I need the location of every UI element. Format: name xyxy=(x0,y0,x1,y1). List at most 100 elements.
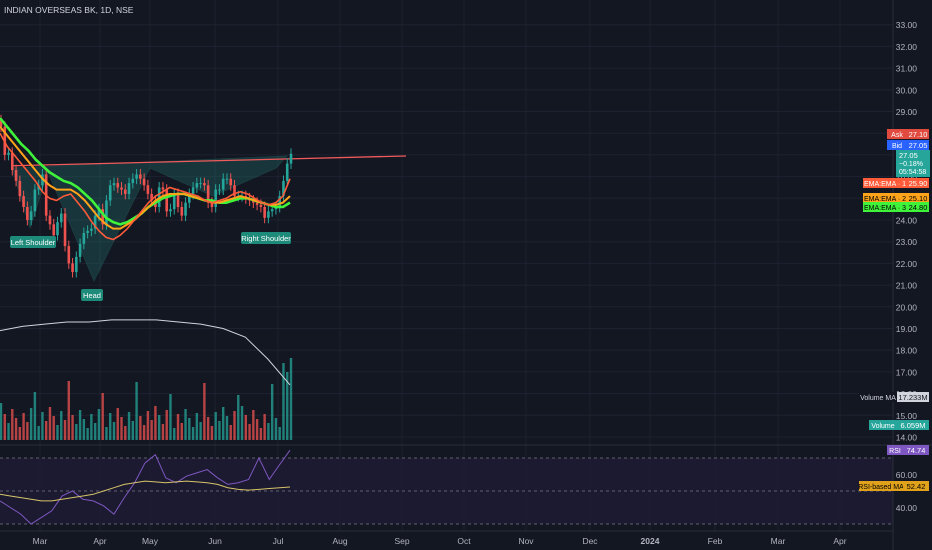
candle-body xyxy=(267,211,270,218)
volume-bar xyxy=(41,412,44,440)
ema1-badge-label: EMA:EMA · 1 xyxy=(864,181,906,188)
time-axis-label: Apr xyxy=(93,536,106,546)
volume-bar xyxy=(188,418,191,440)
candle-body xyxy=(108,185,112,201)
volume-bar xyxy=(33,392,37,440)
candle-body xyxy=(22,196,25,207)
candle-body xyxy=(184,202,187,216)
volume-bar xyxy=(135,382,138,440)
volume-bar xyxy=(222,407,225,440)
volume-bar xyxy=(270,384,274,440)
volume-bar xyxy=(184,409,187,440)
volume-bar xyxy=(210,426,214,440)
volume-bar xyxy=(90,414,93,440)
ema3-badge-label: EMA:EMA · 3 xyxy=(864,205,906,212)
ask-badge-value: 27.10 xyxy=(909,130,928,139)
time-axis-label: Feb xyxy=(708,536,723,546)
candle-body xyxy=(270,209,274,212)
candle-body xyxy=(165,189,169,212)
time-axis-label: Aug xyxy=(332,536,347,546)
volume-bar xyxy=(142,425,146,440)
price-tick-label: 24.00 xyxy=(896,216,918,226)
candle-body xyxy=(191,187,195,194)
volume-ma-badge-value: 17.233M xyxy=(898,393,927,402)
candle-body xyxy=(139,174,142,179)
volume-bar xyxy=(180,423,183,440)
last-change: −0.18% xyxy=(899,161,923,168)
candle-body xyxy=(214,189,217,207)
price-tick-label: 29.00 xyxy=(896,107,918,117)
volume-bar xyxy=(82,419,86,440)
candle-body xyxy=(259,204,263,207)
volume-bar xyxy=(105,427,108,440)
candle-body xyxy=(75,256,78,273)
time-axis-label: Oct xyxy=(457,536,471,546)
volume-bar xyxy=(150,420,153,440)
volume-bar xyxy=(206,417,210,440)
price-tick-label: 22.00 xyxy=(896,259,918,269)
candle-body xyxy=(131,178,135,184)
candle-body xyxy=(67,246,71,264)
rsi-ma-badge-label: RSI-based MA xyxy=(858,484,904,491)
volume-bar xyxy=(52,416,55,440)
volume-bar xyxy=(214,412,217,440)
volume-badge-value: 6.059M xyxy=(900,421,925,430)
candle-body xyxy=(203,183,206,186)
candle-body xyxy=(90,228,93,231)
chart-canvas[interactable]: 33.0032.0031.0030.0029.0028.0027.0026.00… xyxy=(0,0,932,550)
price-tick-label: 14.00 xyxy=(896,433,918,443)
candle-body xyxy=(86,230,89,234)
volume-bar xyxy=(120,417,123,440)
volume-bar xyxy=(131,421,135,440)
candle-body xyxy=(195,183,199,188)
time-axis-label: 2024 xyxy=(641,536,660,546)
candle-body xyxy=(169,209,172,212)
candle-body xyxy=(123,189,127,194)
volume-bar xyxy=(97,409,101,440)
time-axis-label: May xyxy=(142,536,159,546)
volume-bar xyxy=(48,407,52,440)
volume-bar xyxy=(195,413,199,440)
candle-body xyxy=(14,170,18,181)
volume-bar xyxy=(101,393,104,440)
candle-body xyxy=(18,180,22,197)
candle-body xyxy=(63,213,67,247)
candle-body xyxy=(33,189,37,212)
candle-body xyxy=(127,183,131,194)
volume-bar xyxy=(127,412,131,440)
volume-bar xyxy=(218,421,221,440)
volume-bar xyxy=(244,415,248,440)
price-tick-label: 32.00 xyxy=(896,42,918,52)
candle-body xyxy=(10,152,14,171)
volume-bar xyxy=(252,410,255,440)
volume-bar xyxy=(0,403,3,440)
volume-bar xyxy=(282,363,285,440)
head-label: Head xyxy=(83,291,101,300)
volume-bar xyxy=(203,383,206,440)
volume-bar xyxy=(18,427,22,440)
right-shoulder-label: Right Shoulder xyxy=(241,234,291,243)
time-axis-label: Mar xyxy=(33,536,48,546)
volume-bar xyxy=(29,408,33,440)
candle-body xyxy=(180,206,184,216)
candle-body xyxy=(218,189,221,191)
candle-body xyxy=(225,178,229,180)
volume-bar xyxy=(154,406,157,440)
volume-bar xyxy=(157,415,161,440)
volume-bar xyxy=(278,427,281,440)
volume-bar xyxy=(229,425,232,440)
volume-bar xyxy=(44,421,48,440)
bid-badge-value: 27.05 xyxy=(909,141,928,150)
rsi-badge-value: 74.74 xyxy=(907,446,926,455)
volume-bar xyxy=(109,413,112,440)
candle-body xyxy=(229,178,233,186)
price-tick-label: 23.00 xyxy=(896,237,918,247)
last-countdown: 05:54:58 xyxy=(899,169,926,176)
volume-bar xyxy=(63,420,67,440)
candle-body xyxy=(71,263,74,273)
volume-bar xyxy=(289,358,293,440)
volume-bar xyxy=(60,411,63,440)
candle-body xyxy=(289,153,293,164)
price-tick-label: 33.00 xyxy=(896,20,918,30)
volume-bar xyxy=(124,426,127,440)
